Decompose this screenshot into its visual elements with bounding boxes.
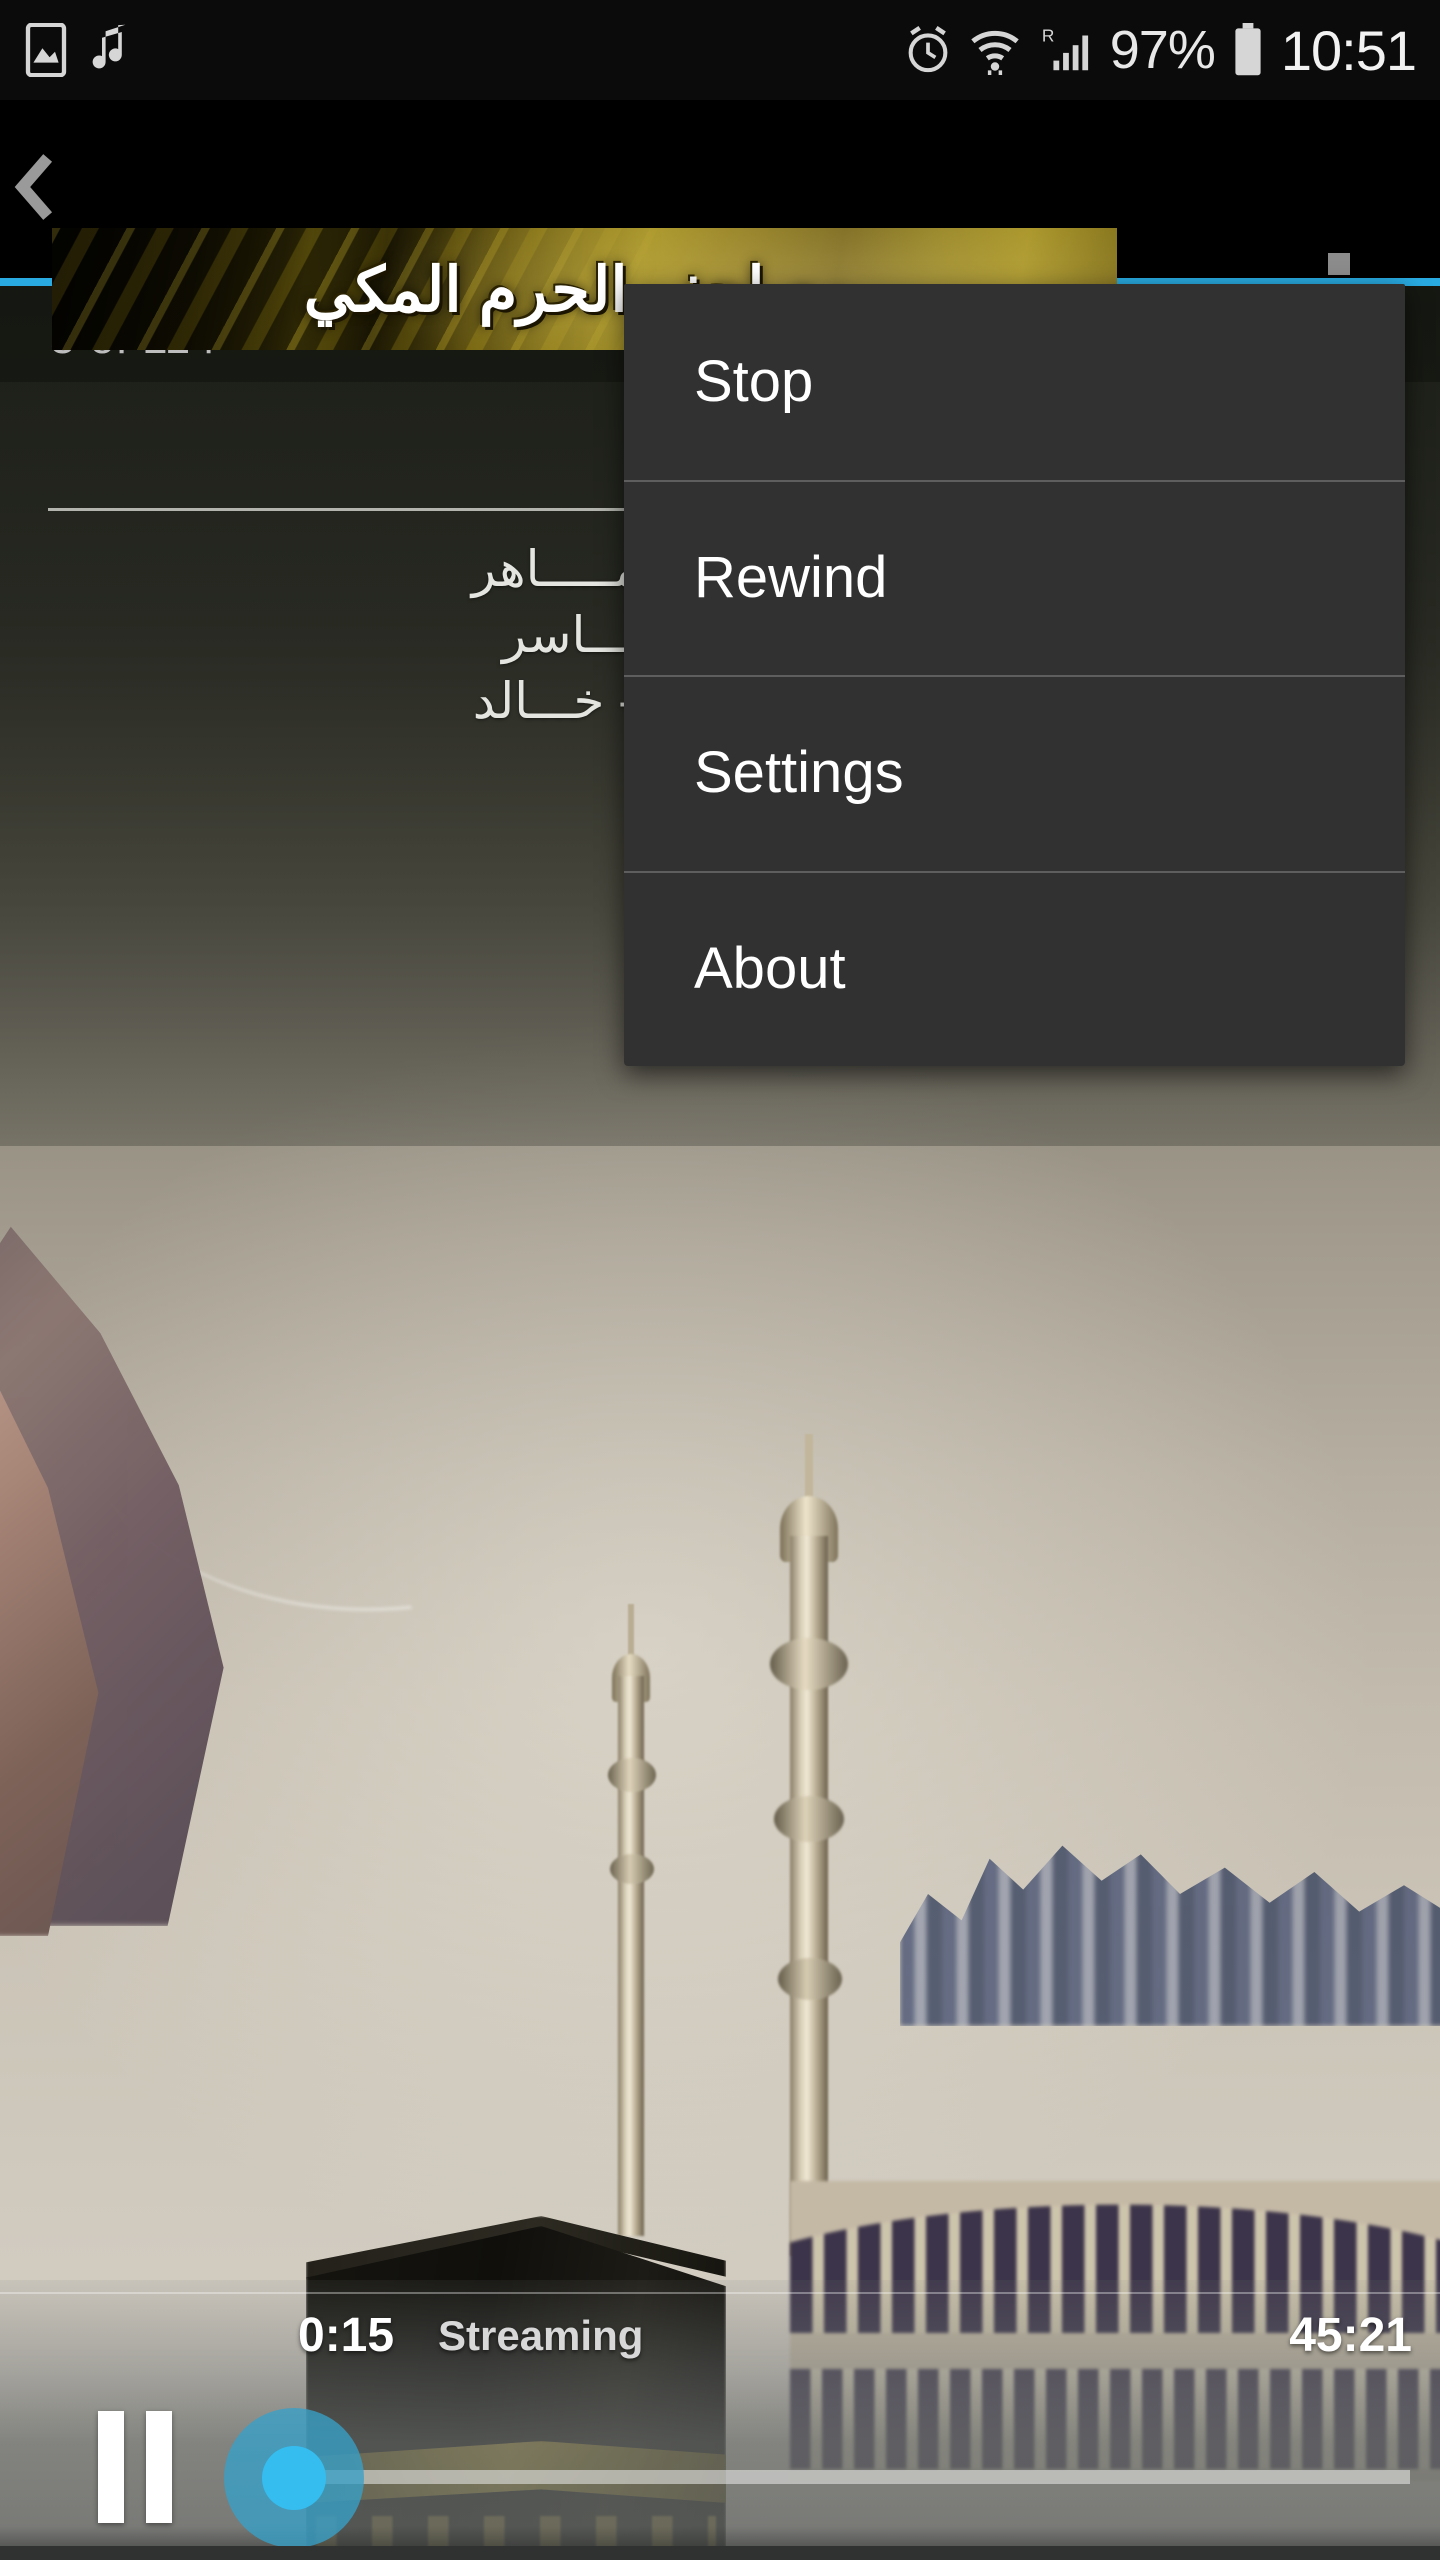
svg-text:R: R xyxy=(1042,25,1055,45)
minaret-balcony xyxy=(608,1758,656,1792)
minaret-balcony xyxy=(770,1638,848,1690)
phone-screen: R 97% 10:51 مصاحف الحرم المكي مـــــاهر … xyxy=(0,0,1440,2560)
status-bar: R 97% 10:51 xyxy=(0,0,1440,100)
minaret-balcony xyxy=(774,1796,844,1842)
stream-status-label: Streaming xyxy=(438,2312,644,2359)
navigation-hint-bar xyxy=(0,2546,1440,2560)
roaming-signal-icon: R xyxy=(1038,24,1092,76)
menu-item-settings[interactable]: Settings xyxy=(624,675,1405,871)
seek-thumb[interactable] xyxy=(262,2446,326,2510)
minaret-balcony xyxy=(610,1854,654,1884)
screenshot-icon xyxy=(24,23,68,77)
seek-track[interactable] xyxy=(300,2470,1410,2484)
chevron-left-icon xyxy=(14,153,58,225)
player-bar xyxy=(0,2280,1440,2560)
menu-item-rewind[interactable]: Rewind xyxy=(624,479,1405,676)
back-button[interactable] xyxy=(4,152,68,226)
battery-icon xyxy=(1233,23,1263,77)
player-scrim xyxy=(0,2280,1440,2560)
app-bar: مصاحف الحرم المكي xyxy=(0,100,1440,350)
alarm-icon xyxy=(904,25,952,75)
pause-icon xyxy=(98,2411,124,2523)
seek-bar[interactable] xyxy=(224,2408,1410,2548)
player-top-divider xyxy=(0,2292,1440,2294)
music-note-icon xyxy=(90,23,132,77)
battery-percent: 97% xyxy=(1109,20,1216,80)
pause-icon xyxy=(146,2411,172,2523)
overflow-menu-icon xyxy=(1328,253,1350,275)
menu-item-stop[interactable]: Stop xyxy=(624,284,1405,480)
menu-item-about[interactable]: About xyxy=(624,870,1405,1067)
total-time-label: 45:21 xyxy=(1289,2309,1412,2362)
status-bar-left-icons xyxy=(24,23,132,77)
current-time-label: 0:15 xyxy=(298,2309,395,2362)
pause-button[interactable] xyxy=(98,2408,190,2526)
status-bar-clock: 10:51 xyxy=(1280,18,1417,82)
status-bar-right-icons: R 97% 10:51 xyxy=(904,18,1417,83)
minaret-balcony xyxy=(778,1958,842,2000)
overflow-popup-menu: Stop Rewind Settings About xyxy=(624,284,1405,1066)
wifi-icon xyxy=(970,25,1020,75)
